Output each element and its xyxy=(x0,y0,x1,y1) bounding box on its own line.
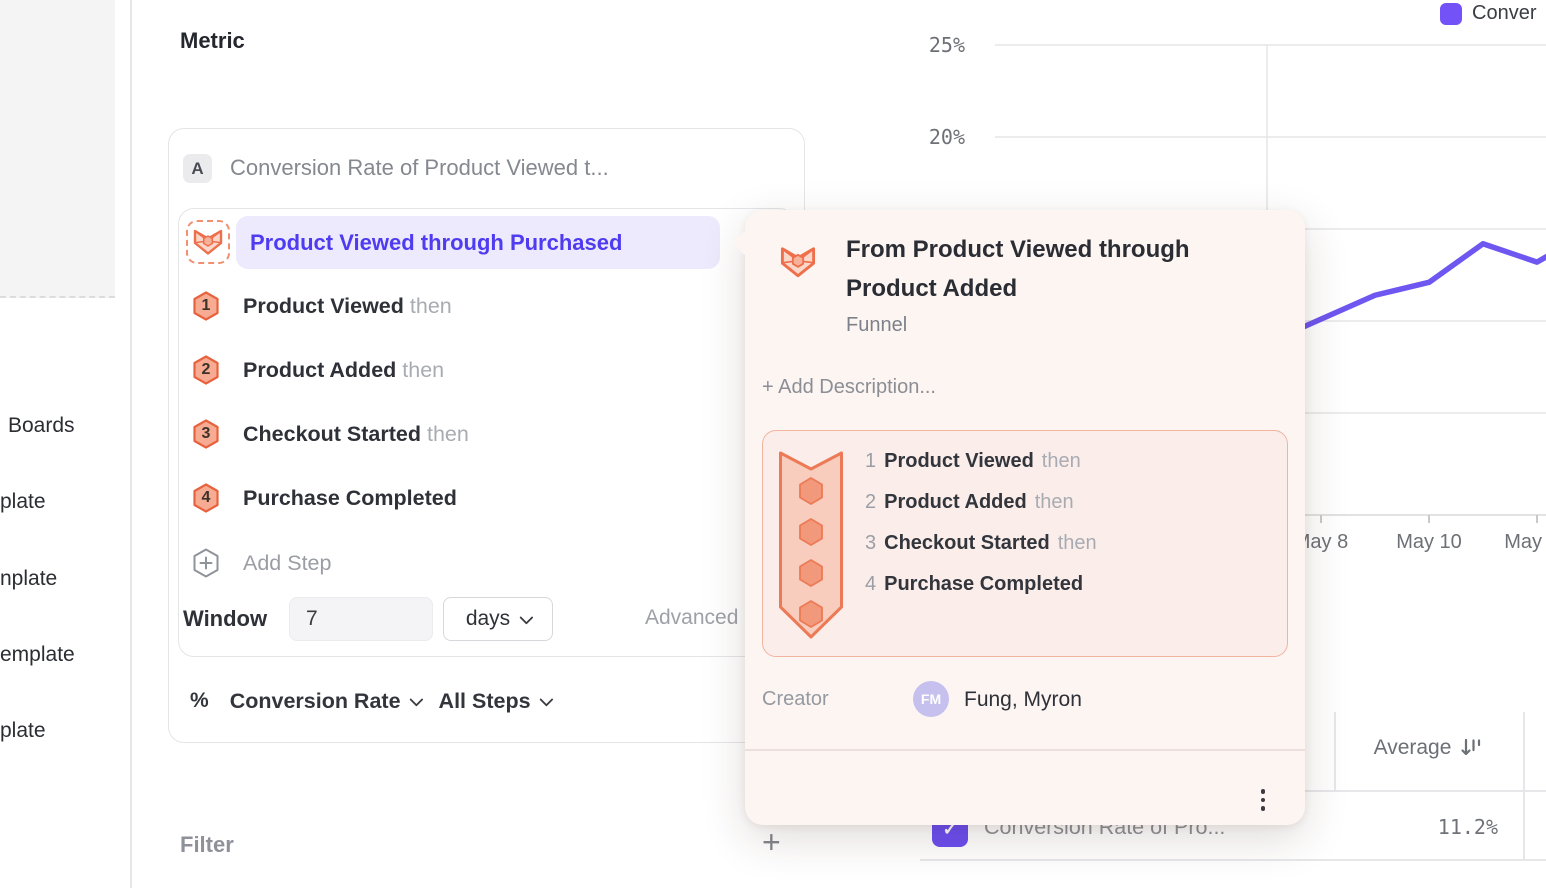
average-column-header[interactable]: Average xyxy=(1334,736,1523,760)
add-step-icon xyxy=(192,548,220,578)
measure-row: % Conversion Rate All Steps xyxy=(190,686,550,716)
step-1-badge: 1 xyxy=(192,291,220,321)
more-options-button[interactable] xyxy=(1248,782,1278,818)
series-average-value: 11.2% xyxy=(1334,815,1498,839)
legend-swatch xyxy=(1440,3,1462,25)
table-column-divider-right xyxy=(1523,712,1525,860)
popover-step-list: 1Product Viewedthen 2Product Addedthen 3… xyxy=(865,447,1097,598)
sidebar-top-panel xyxy=(0,0,115,298)
table-row-divider xyxy=(920,859,1546,861)
window-label: Window xyxy=(183,606,267,632)
popover-funnel-icon xyxy=(780,245,816,279)
svg-text:20%: 20% xyxy=(929,125,965,149)
creator-label: Creator xyxy=(762,688,829,711)
add-filter-button[interactable]: + xyxy=(762,826,781,858)
step-4-name: Purchase Completed xyxy=(243,486,457,510)
funnel-details-popover: From Product Viewed through Product Adde… xyxy=(745,210,1305,825)
step-3-suffix: then xyxy=(427,422,469,446)
popover-type-label: Funnel xyxy=(846,314,907,337)
window-unit-dropdown[interactable]: days xyxy=(443,597,553,641)
step-3-badge: 3 xyxy=(192,419,220,449)
creator-avatar: FM xyxy=(913,681,949,717)
funnel-metric-icon-button[interactable] xyxy=(186,220,230,264)
step-4-badge: 4 xyxy=(192,483,220,513)
sidebar-item-boards[interactable]: Boards xyxy=(8,414,75,438)
percent-icon: % xyxy=(190,689,209,713)
add-description-button[interactable]: + Add Description... xyxy=(762,376,936,399)
sidebar-item-template-2[interactable]: nplate xyxy=(0,567,57,591)
funnel-metric-icon xyxy=(193,228,223,256)
app-root: Boards plate nplate emplate plate Metric… xyxy=(0,0,1546,888)
sidebar-item-template-3[interactable]: emplate xyxy=(0,643,75,667)
funnel-step-3[interactable]: 3 Checkout Started then xyxy=(192,419,469,449)
funnel-step-2[interactable]: 2 Product Added then xyxy=(192,355,444,385)
popover-step-1: 1Product Viewedthen xyxy=(865,447,1097,475)
sort-descending-icon xyxy=(1459,736,1483,760)
svg-text:May 10: May 10 xyxy=(1396,531,1462,553)
selected-funnel-step[interactable]: Product Viewed through Purchased xyxy=(236,216,720,269)
filter-section-heading: Filter xyxy=(180,832,234,858)
popover-step-3: 3Checkout Startedthen xyxy=(865,529,1097,557)
window-value-input[interactable]: 7 xyxy=(289,597,433,641)
chevron-down-icon xyxy=(409,693,423,707)
window-unit-label: days xyxy=(466,607,510,631)
advanced-link[interactable]: Advanced xyxy=(645,606,738,630)
sidebar-divider xyxy=(130,0,132,888)
svg-text:May 12: May 12 xyxy=(1504,531,1546,553)
add-step-label: Add Step xyxy=(243,551,331,576)
metric-title[interactable]: Conversion Rate of Product Viewed t... xyxy=(230,155,609,181)
funnel-step-1[interactable]: 1 Product Viewed then xyxy=(192,291,452,321)
sidebar-item-template-4[interactable]: plate xyxy=(0,719,46,743)
steps-scope-dropdown[interactable]: All Steps xyxy=(439,689,550,714)
step-1-name: Product Viewed xyxy=(243,294,404,318)
popover-footer-divider xyxy=(745,749,1305,751)
legend-label: Conver xyxy=(1472,2,1536,25)
funnel-ribbon-icon xyxy=(778,450,844,640)
popover-step-4: 4Purchase Completed xyxy=(865,570,1097,598)
add-step-button[interactable]: Add Step xyxy=(192,548,331,578)
metric-section-heading: Metric xyxy=(180,28,245,54)
chart-legend[interactable]: Conver xyxy=(1440,2,1536,25)
chevron-down-icon xyxy=(520,611,534,625)
step-1-suffix: then xyxy=(410,294,452,318)
funnel-step-4[interactable]: 4 Purchase Completed xyxy=(192,483,457,513)
svg-text:25%: 25% xyxy=(929,33,965,57)
measure-dropdown[interactable]: Conversion Rate xyxy=(230,689,420,714)
popover-title: From Product Viewed through Product Adde… xyxy=(846,230,1216,308)
step-2-badge: 2 xyxy=(192,355,220,385)
creator-name: Fung, Myron xyxy=(964,688,1082,712)
popover-step-2: 2Product Addedthen xyxy=(865,488,1097,516)
step-2-suffix: then xyxy=(402,358,444,382)
step-2-name: Product Added xyxy=(243,358,396,382)
metric-letter-badge: A xyxy=(183,154,212,183)
step-3-name: Checkout Started xyxy=(243,422,421,446)
sidebar-item-template-1[interactable]: plate xyxy=(0,490,46,514)
